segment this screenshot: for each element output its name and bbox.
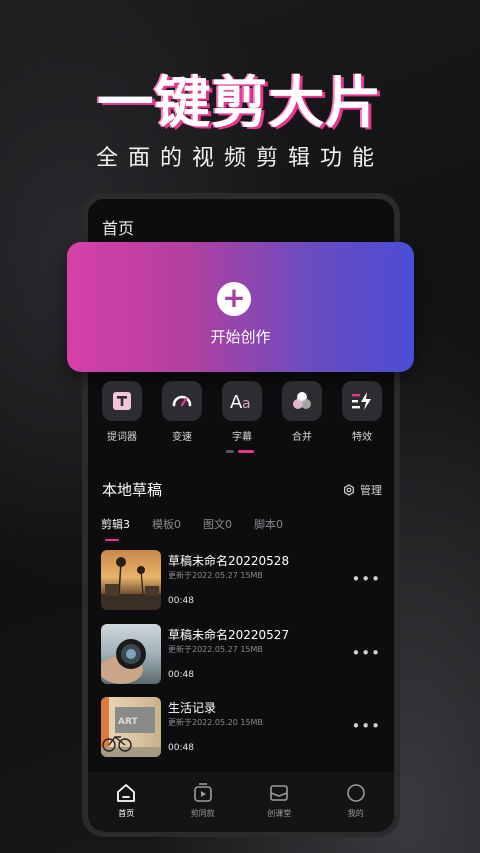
tab-image-text[interactable]: 图文0 [203, 516, 232, 532]
draft-thumbnail [101, 550, 161, 610]
manage-label: 管理 [360, 484, 382, 497]
template-icon [193, 783, 212, 802]
tab-script[interactable]: 脚本0 [254, 516, 283, 532]
nav-label: 创课堂 [267, 809, 292, 818]
nav-label: 我的 [347, 809, 364, 818]
start-creating-button[interactable]: + 开始创作 [67, 242, 414, 372]
draft-item[interactable]: 草稿未命名20220527 更新于2022.05.27 15MB 00:48 •… [101, 624, 383, 686]
nav-profile[interactable]: 我的 [331, 782, 381, 819]
svg-text:ART: ART [118, 717, 138, 727]
drafts-section-title: 本地草稿 [102, 481, 163, 499]
draft-duration: 00:48 [168, 743, 194, 753]
tool-merge[interactable]: 合并 [280, 381, 324, 443]
tool-label: 字幕 [232, 432, 252, 443]
draft-thumbnail: ART [101, 697, 161, 757]
tool-row: 提词器 变速 A a 字幕 合并 特效 [100, 381, 384, 443]
tool-label: 变速 [172, 432, 192, 443]
gear-icon [344, 484, 354, 496]
draft-meta: 更新于2022.05.27 15MB [168, 571, 263, 580]
nav-home[interactable]: 首页 [101, 782, 151, 819]
draft-title: 草稿未命名20220528 [168, 554, 290, 568]
draft-title: 生活记录 [168, 701, 217, 715]
pager-dot-active [238, 450, 254, 453]
bottom-nav: 首页 剪同款 创课堂 我的 [88, 772, 394, 832]
draft-meta: 更新于2022.05.20 15MB [168, 718, 263, 727]
tool-speed[interactable]: 变速 [160, 381, 204, 443]
tool-effects[interactable]: 特效 [340, 381, 384, 443]
tool-label: 特效 [352, 432, 372, 443]
subtitle-icon: A a [230, 392, 251, 412]
promo-headline: 一键剪大片 [97, 71, 383, 136]
more-options-icon[interactable]: ••• [351, 570, 381, 588]
plus-icon: + [217, 282, 251, 316]
classroom-icon [270, 785, 289, 801]
tool-label: 提词器 [107, 432, 137, 443]
profile-icon [346, 784, 365, 802]
page-title: 首页 [102, 219, 135, 238]
effects-icon [352, 392, 371, 410]
more-options-icon[interactable]: ••• [351, 717, 381, 735]
tab-edit[interactable]: 剪辑3 [101, 516, 130, 541]
tool-subtitle[interactable]: A a 字幕 [220, 381, 264, 443]
pager-dots [226, 450, 254, 453]
nav-classroom[interactable]: 创课堂 [254, 782, 304, 819]
speed-gauge-icon [172, 395, 192, 407]
draft-meta: 更新于2022.05.27 15MB [168, 645, 263, 654]
draft-tabs: 剪辑3 模板0 图文0 脚本0 [101, 516, 283, 541]
draft-thumbnail [101, 624, 161, 684]
tool-teleprompter[interactable]: 提词器 [100, 381, 144, 443]
draft-title: 草稿未命名20220527 [168, 628, 290, 642]
nav-template[interactable]: 剪同款 [178, 782, 228, 819]
start-creating-label: 开始创作 [210, 328, 271, 346]
draft-duration: 00:48 [168, 670, 194, 680]
teleprompter-icon [113, 392, 131, 410]
draft-item[interactable]: ART 生活记录 更新于2022.05.20 15MB 00:48 ••• [101, 697, 383, 759]
home-icon [117, 784, 136, 802]
nav-label: 首页 [118, 809, 135, 818]
draft-item[interactable]: 草稿未命名20220528 更新于2022.05.27 15MB 00:48 •… [101, 550, 383, 612]
tab-template[interactable]: 模板0 [152, 516, 181, 532]
nav-label: 剪同款 [190, 809, 215, 818]
tool-label: 合并 [292, 432, 312, 443]
draft-duration: 00:48 [168, 596, 194, 606]
manage-button[interactable]: 管理 [343, 482, 382, 498]
svg-text:a: a [242, 396, 251, 412]
more-options-icon[interactable]: ••• [351, 644, 381, 662]
merge-icon [293, 392, 311, 409]
promo-subheadline: 全面的视频剪辑功能 [95, 146, 384, 171]
pager-dot [226, 450, 234, 453]
